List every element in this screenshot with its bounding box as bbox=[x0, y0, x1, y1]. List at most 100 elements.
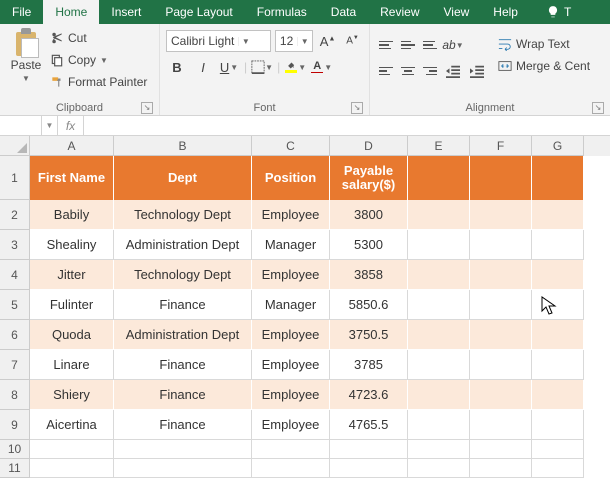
row-header[interactable]: 11 bbox=[0, 459, 30, 478]
cell[interactable] bbox=[30, 459, 114, 478]
decrease-font-button[interactable]: A▼ bbox=[342, 30, 363, 52]
cut-button[interactable]: Cut bbox=[50, 28, 147, 48]
underline-button[interactable]: U▼ bbox=[218, 56, 240, 78]
cell[interactable]: 3785 bbox=[330, 350, 408, 380]
cell[interactable] bbox=[408, 440, 470, 459]
cell[interactable] bbox=[470, 156, 532, 200]
col-header[interactable]: B bbox=[114, 136, 252, 156]
cell[interactable] bbox=[532, 200, 584, 230]
cell[interactable]: Jitter bbox=[30, 260, 114, 290]
align-left-button[interactable] bbox=[376, 61, 396, 81]
name-box-dropdown[interactable]: ▼ bbox=[42, 116, 58, 135]
cell[interactable]: 4723.6 bbox=[330, 380, 408, 410]
cell[interactable] bbox=[408, 260, 470, 290]
wrap-text-button[interactable]: Wrap Text bbox=[498, 34, 590, 54]
chevron-down-icon[interactable]: ▼ bbox=[297, 37, 311, 46]
col-header[interactable]: F bbox=[470, 136, 532, 156]
cell[interactable]: Linare bbox=[30, 350, 114, 380]
col-header[interactable]: D bbox=[330, 136, 408, 156]
cell[interactable] bbox=[532, 230, 584, 260]
cell[interactable]: Technology Dept bbox=[114, 200, 252, 230]
cell[interactable] bbox=[408, 410, 470, 440]
tab-file[interactable]: File bbox=[0, 0, 43, 24]
cell[interactable]: Quoda bbox=[30, 320, 114, 350]
tab-help[interactable]: Help bbox=[481, 0, 530, 24]
row-header[interactable]: 5 bbox=[0, 290, 30, 320]
cell[interactable] bbox=[408, 230, 470, 260]
cell[interactable] bbox=[408, 350, 470, 380]
align-center-button[interactable] bbox=[398, 61, 418, 81]
copy-button[interactable]: Copy ▼ bbox=[50, 50, 147, 70]
row-header[interactable]: 10 bbox=[0, 440, 30, 459]
formula-input[interactable] bbox=[84, 116, 610, 135]
tell-me[interactable]: T bbox=[534, 0, 583, 24]
cell[interactable]: Employee bbox=[252, 260, 330, 290]
cell[interactable]: Finance bbox=[114, 380, 252, 410]
chevron-down-icon[interactable]: ▼ bbox=[100, 56, 108, 65]
col-header[interactable]: E bbox=[408, 136, 470, 156]
row-header[interactable]: 9 bbox=[0, 410, 30, 440]
cell[interactable]: Payable salary($) bbox=[330, 156, 408, 200]
cell[interactable] bbox=[470, 200, 532, 230]
dialog-launcher-icon[interactable]: ↘ bbox=[141, 102, 153, 114]
cell[interactable]: Shealiny bbox=[30, 230, 114, 260]
increase-indent-button[interactable] bbox=[466, 60, 488, 82]
col-header[interactable]: A bbox=[30, 136, 114, 156]
cell[interactable] bbox=[470, 290, 532, 320]
font-size-combo[interactable]: 12 ▼ bbox=[275, 30, 313, 52]
cell[interactable]: Babily bbox=[30, 200, 114, 230]
select-all-corner[interactable] bbox=[0, 136, 30, 156]
cell[interactable]: 3750.5 bbox=[330, 320, 408, 350]
align-right-button[interactable] bbox=[420, 61, 440, 81]
col-header[interactable]: G bbox=[532, 136, 584, 156]
chevron-down-icon[interactable]: ▼ bbox=[238, 37, 252, 46]
italic-button[interactable]: I bbox=[192, 56, 214, 78]
dialog-launcher-icon[interactable]: ↘ bbox=[351, 102, 363, 114]
cell[interactable] bbox=[408, 200, 470, 230]
cell[interactable]: 4765.5 bbox=[330, 410, 408, 440]
cell[interactable]: 3858 bbox=[330, 260, 408, 290]
cell[interactable]: Employee bbox=[252, 320, 330, 350]
tab-formulas[interactable]: Formulas bbox=[245, 0, 319, 24]
cell[interactable] bbox=[30, 440, 114, 459]
cell[interactable] bbox=[470, 380, 532, 410]
name-box[interactable] bbox=[0, 116, 42, 135]
align-top-button[interactable] bbox=[376, 35, 396, 55]
font-name-combo[interactable]: Calibri Light ▼ bbox=[166, 30, 271, 52]
cell[interactable] bbox=[532, 260, 584, 290]
cell[interactable]: Finance bbox=[114, 350, 252, 380]
worksheet-grid[interactable]: A B C D E F G 1First NameDeptPositionPay… bbox=[0, 136, 610, 478]
cell[interactable]: Fulinter bbox=[30, 290, 114, 320]
row-header[interactable]: 3 bbox=[0, 230, 30, 260]
align-middle-button[interactable] bbox=[398, 35, 418, 55]
row-header[interactable]: 8 bbox=[0, 380, 30, 410]
cell[interactable]: Administration Dept bbox=[114, 230, 252, 260]
chevron-down-icon[interactable]: ▼ bbox=[22, 74, 30, 83]
row-header[interactable]: 2 bbox=[0, 200, 30, 230]
cell[interactable] bbox=[532, 350, 584, 380]
tab-view[interactable]: View bbox=[432, 0, 482, 24]
cell[interactable] bbox=[408, 320, 470, 350]
cell[interactable] bbox=[408, 290, 470, 320]
cell[interactable]: Finance bbox=[114, 290, 252, 320]
cell[interactable]: First Name bbox=[30, 156, 114, 200]
cell[interactable] bbox=[252, 459, 330, 478]
cell[interactable] bbox=[470, 410, 532, 440]
row-header[interactable]: 4 bbox=[0, 260, 30, 290]
tab-home[interactable]: Home bbox=[43, 0, 99, 24]
paste-button[interactable]: Paste ▼ bbox=[6, 26, 46, 101]
cell[interactable] bbox=[408, 156, 470, 200]
cell[interactable] bbox=[470, 459, 532, 478]
chevron-down-icon[interactable]: ▼ bbox=[456, 41, 464, 50]
font-color-button[interactable]: A ▼ bbox=[310, 56, 332, 78]
cell[interactable] bbox=[532, 440, 584, 459]
cell[interactable]: 5300 bbox=[330, 230, 408, 260]
merge-center-button[interactable]: Merge & Cent bbox=[498, 56, 590, 76]
cell[interactable] bbox=[470, 230, 532, 260]
cell[interactable]: Position bbox=[252, 156, 330, 200]
row-header[interactable]: 1 bbox=[0, 156, 30, 200]
cell[interactable] bbox=[532, 156, 584, 200]
chevron-down-icon[interactable]: ▼ bbox=[265, 63, 273, 72]
cell[interactable]: 5850.6 bbox=[330, 290, 408, 320]
orientation-button[interactable]: ab▼ bbox=[442, 34, 464, 56]
